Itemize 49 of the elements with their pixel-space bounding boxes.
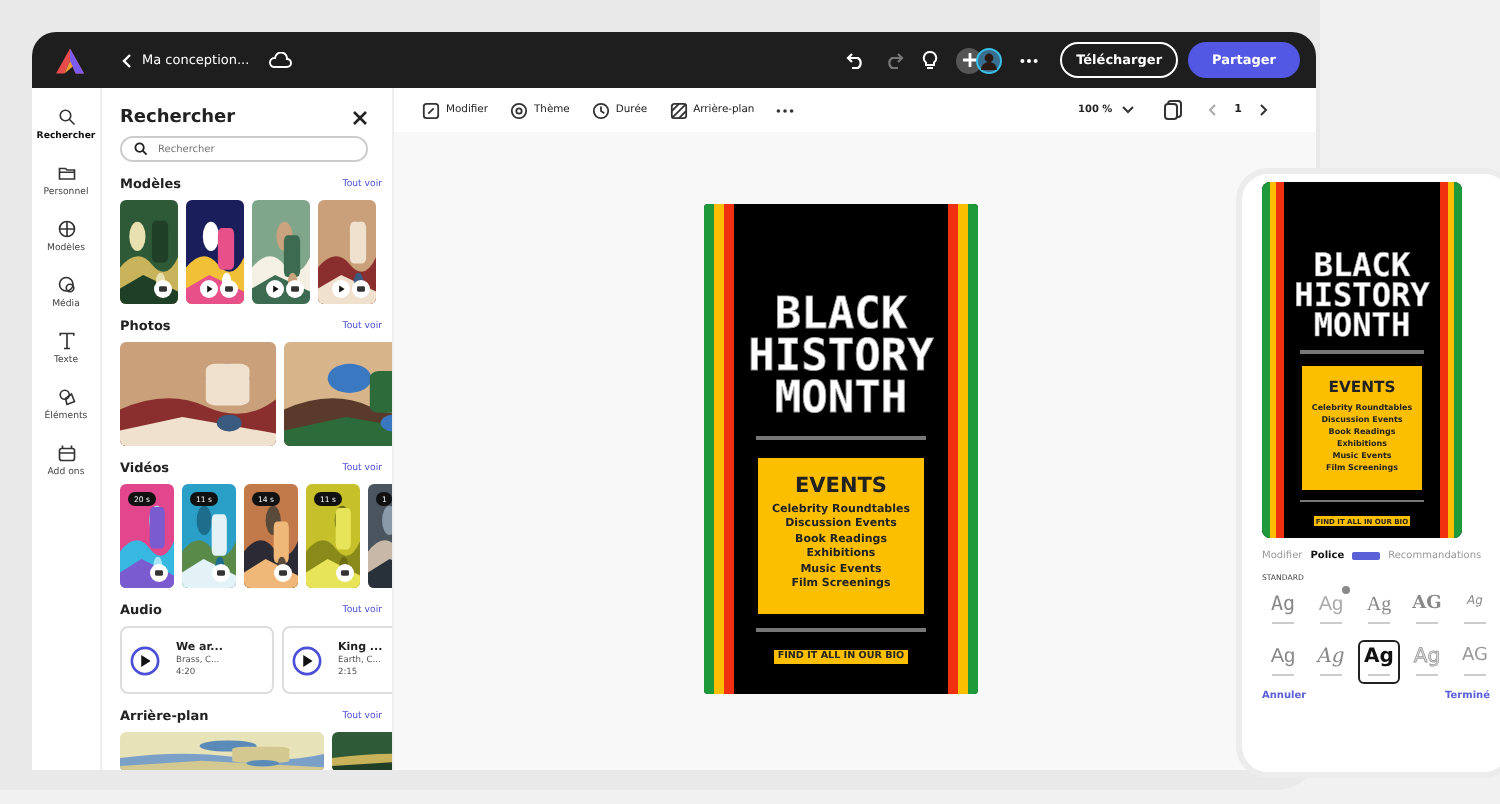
- chevron-down-icon[interactable]: [1122, 106, 1135, 114]
- preview-icon[interactable]: [154, 280, 172, 298]
- search-icon: [134, 142, 148, 156]
- play-icon[interactable]: [130, 645, 160, 675]
- font-tile[interactable]: Ag: [1262, 640, 1304, 684]
- pattern-icon: [669, 101, 688, 119]
- preview-icon[interactable]: [150, 564, 168, 582]
- text-icon: [57, 332, 75, 350]
- poster-title: BLACK HISTORY MONTH: [748, 296, 934, 422]
- font-tile[interactable]: Ag: [1358, 588, 1400, 632]
- palette-icon: [509, 101, 528, 119]
- search-icon: [57, 108, 75, 126]
- media-icon: [57, 276, 75, 294]
- events-heading: EVENTS: [795, 473, 887, 498]
- play-icon[interactable]: [332, 280, 350, 298]
- pages-icon[interactable]: [1164, 100, 1183, 120]
- poster-title: BLACK HISTORY MONTH: [1294, 249, 1430, 341]
- undo-icon[interactable]: [846, 51, 867, 69]
- globe-icon: [57, 220, 75, 238]
- clock-icon: [591, 101, 610, 119]
- cloud-icon: [267, 52, 292, 68]
- preview-icon[interactable]: [336, 564, 354, 582]
- redo-icon[interactable]: [884, 51, 905, 69]
- font-tile[interactable]: AG: [1406, 588, 1448, 632]
- close-icon[interactable]: [352, 110, 368, 126]
- more-icon[interactable]: [776, 107, 795, 113]
- preview-icon[interactable]: [352, 280, 370, 298]
- preview-icon[interactable]: [212, 564, 230, 582]
- next-page-icon[interactable]: [1260, 104, 1268, 116]
- new-badge: [1352, 552, 1381, 560]
- avatar-icon[interactable]: [976, 47, 1003, 73]
- preview-icon[interactable]: [274, 564, 292, 582]
- panel-title: Rechercher: [120, 108, 236, 128]
- play-icon[interactable]: [266, 280, 284, 298]
- more-icon[interactable]: [1020, 57, 1039, 63]
- shapes-icon: [57, 388, 75, 406]
- calendar-icon: [57, 444, 75, 462]
- preview-icon[interactable]: [220, 280, 238, 298]
- font-tile[interactable]: Ag: [1358, 640, 1400, 684]
- edit-icon: [422, 101, 440, 119]
- play-icon[interactable]: [200, 280, 218, 298]
- preview-icon[interactable]: [286, 280, 304, 298]
- folder-icon: [57, 164, 75, 182]
- font-tile[interactable]: Ag: [1262, 588, 1304, 632]
- logo-icon: [56, 47, 84, 73]
- play-icon[interactable]: [292, 645, 322, 675]
- lightbulb-icon[interactable]: [922, 50, 939, 70]
- back-icon[interactable]: [122, 53, 132, 67]
- font-tile[interactable]: Ag: [1310, 640, 1352, 684]
